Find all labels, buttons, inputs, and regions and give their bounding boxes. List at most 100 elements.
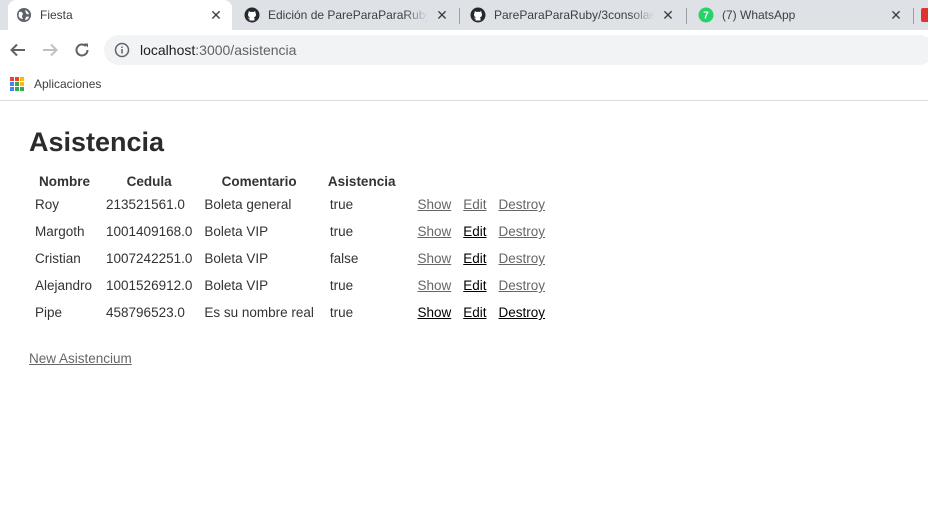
tab-fiesta[interactable]: Fiesta ✕ xyxy=(8,0,232,30)
show-link[interactable]: Show xyxy=(417,197,451,212)
cell-comentario: Boleta VIP xyxy=(204,251,269,266)
arrow-right-icon xyxy=(43,43,58,57)
back-button[interactable] xyxy=(6,38,30,62)
destroy-link[interactable]: Destroy xyxy=(499,224,546,239)
cell-destroy: Destroy xyxy=(493,245,552,272)
cell-destroy: Destroy xyxy=(493,299,552,326)
cell-comentario: Es su nombre real xyxy=(204,305,314,320)
cell-asistencia: true xyxy=(329,278,354,293)
cell-edit: Edit xyxy=(457,272,492,299)
cell-show: Show xyxy=(411,245,457,272)
page-title: Asistencia xyxy=(29,127,165,157)
show-link[interactable]: Show xyxy=(417,224,451,239)
cell-comentario: Boleta general xyxy=(204,197,292,212)
tab-title: Fiesta xyxy=(40,8,73,22)
show-link[interactable]: Show xyxy=(417,305,451,320)
close-icon[interactable]: ✕ xyxy=(660,7,676,24)
column-header-cedula: Cedula xyxy=(126,173,172,189)
github-icon xyxy=(244,7,260,23)
column-header-comentario: Comentario xyxy=(221,173,297,189)
table-header-row: Nombre Cedula Comentario Asistencia xyxy=(29,171,551,191)
cell-asistencia: false xyxy=(329,251,359,266)
github-icon xyxy=(470,7,486,23)
cell-cedula: 213521561.0 xyxy=(106,197,185,212)
cell-edit: Edit xyxy=(457,299,492,326)
column-header-empty xyxy=(493,171,552,191)
tab-github-edicion[interactable]: Edición de PareParaParaRuby / ✕ xyxy=(236,0,458,30)
arrow-left-icon xyxy=(10,43,25,57)
cell-cedula: 458796523.0 xyxy=(106,305,185,320)
url-path: :3000/asistencia xyxy=(195,42,297,58)
cell-nombre: Alejandro xyxy=(35,278,93,293)
url-text[interactable]: localhost:3000/asistencia xyxy=(140,42,296,58)
destroy-link[interactable]: Destroy xyxy=(499,251,546,266)
destroy-link[interactable]: Destroy xyxy=(499,197,546,212)
show-link[interactable]: Show xyxy=(417,251,451,266)
tab-whatsapp[interactable]: 7 (7) WhatsApp ✕ xyxy=(690,0,912,30)
tab-title: PareParaParaRuby/3consolaeje xyxy=(494,8,654,22)
table-row: Alejandro 1001526912.0 Boleta VIP true S… xyxy=(29,272,551,299)
info-icon[interactable] xyxy=(114,42,130,58)
cell-edit: Edit xyxy=(457,218,492,245)
reload-button[interactable] xyxy=(70,38,94,62)
asistencia-table: Nombre Cedula Comentario Asistencia Roy … xyxy=(29,171,551,326)
tab-title: Edición de PareParaParaRuby / xyxy=(268,8,428,22)
close-icon[interactable]: ✕ xyxy=(208,7,224,24)
edit-link[interactable]: Edit xyxy=(463,224,486,239)
svg-text:7: 7 xyxy=(703,11,709,22)
column-header-empty xyxy=(457,171,492,191)
column-header-nombre: Nombre xyxy=(39,173,91,189)
forward-button[interactable] xyxy=(38,38,62,62)
tab-strip: Fiesta ✕ Edición de PareParaParaRuby / ✕… xyxy=(0,0,928,30)
cell-cedula: 1001409168.0 xyxy=(106,224,193,239)
cell-show: Show xyxy=(411,191,457,218)
cell-edit: Edit xyxy=(457,191,492,218)
url-host: localhost xyxy=(140,42,196,58)
destroy-link[interactable]: Destroy xyxy=(499,305,546,320)
cell-comentario: Boleta VIP xyxy=(204,224,269,239)
bookmark-apps[interactable]: Aplicaciones xyxy=(10,77,101,91)
destroy-link[interactable]: Destroy xyxy=(499,278,546,293)
tab-title: (7) WhatsApp xyxy=(722,8,796,22)
cell-destroy: Destroy xyxy=(493,218,552,245)
partial-tab-icon[interactable] xyxy=(921,8,928,22)
cell-nombre: Cristian xyxy=(35,251,81,266)
tab-separator xyxy=(913,8,914,24)
cell-asistencia: true xyxy=(329,224,354,239)
show-link[interactable]: Show xyxy=(417,278,451,293)
whatsapp-icon: 7 xyxy=(698,7,714,23)
address-bar[interactable]: localhost:3000/asistencia xyxy=(104,35,928,65)
edit-link[interactable]: Edit xyxy=(463,197,486,212)
tab-github-repo[interactable]: PareParaParaRuby/3consolaeje ✕ xyxy=(462,0,684,30)
table-row: Margoth 1001409168.0 Boleta VIP true Sho… xyxy=(29,218,551,245)
cell-destroy: Destroy xyxy=(493,191,552,218)
cell-show: Show xyxy=(411,272,457,299)
cell-destroy: Destroy xyxy=(493,272,552,299)
table-row: Roy 213521561.0 Boleta general true Show… xyxy=(29,191,551,218)
close-icon[interactable]: ✕ xyxy=(434,7,450,24)
table-row: Cristian 1007242251.0 Boleta VIP false S… xyxy=(29,245,551,272)
new-asistencium-link[interactable]: New Asistencium xyxy=(29,351,132,366)
reload-icon xyxy=(75,43,89,57)
edit-link[interactable]: Edit xyxy=(463,278,486,293)
cell-asistencia: true xyxy=(329,197,354,212)
tab-separator xyxy=(459,8,460,24)
apps-grid-icon xyxy=(10,77,24,91)
cell-edit: Edit xyxy=(457,245,492,272)
table-row: Pipe 458796523.0 Es su nombre real true … xyxy=(29,299,551,326)
cell-nombre: Pipe xyxy=(35,305,63,320)
close-icon[interactable]: ✕ xyxy=(888,7,904,24)
page-content: Asistencia Nombre Cedula Comentario Asis… xyxy=(0,101,928,511)
cell-show: Show xyxy=(411,299,457,326)
cell-nombre: Margoth xyxy=(35,224,85,239)
tab-separator xyxy=(686,8,687,24)
edit-link[interactable]: Edit xyxy=(463,251,486,266)
cell-show: Show xyxy=(411,218,457,245)
browser-toolbar: localhost:3000/asistencia xyxy=(0,30,928,70)
edit-link[interactable]: Edit xyxy=(463,305,486,320)
cell-cedula: 1007242251.0 xyxy=(106,251,193,266)
bookmarks-bar: Aplicaciones xyxy=(0,70,928,101)
cell-cedula: 1001526912.0 xyxy=(106,278,193,293)
globe-icon xyxy=(17,8,31,22)
column-header-asistencia: Asistencia xyxy=(327,173,396,189)
